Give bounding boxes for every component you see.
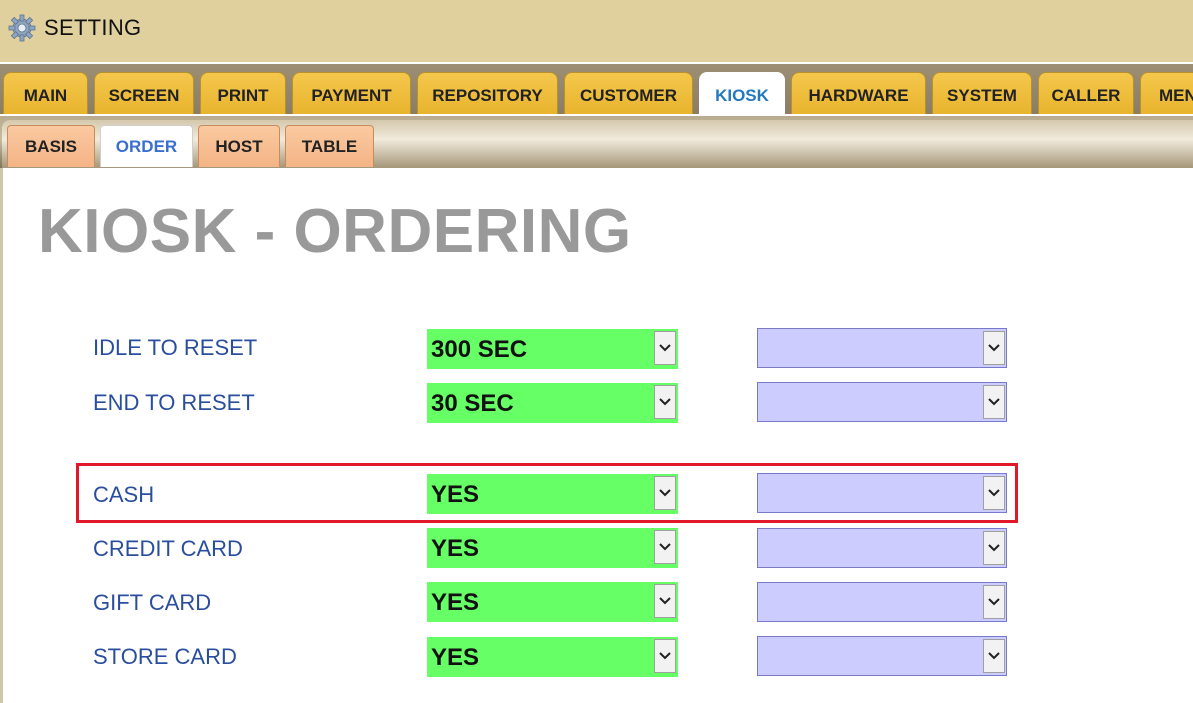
tab-customer[interactable]: CUSTOMER bbox=[564, 72, 693, 114]
tab-label: HOST bbox=[215, 136, 263, 156]
tab-label: ORDER bbox=[115, 136, 178, 156]
tab-repository[interactable]: REPOSITORY bbox=[417, 72, 558, 114]
tab-kiosk[interactable]: KIOSK bbox=[699, 72, 785, 114]
tab-label: KIOSK bbox=[715, 85, 769, 105]
window-title: SETTING bbox=[44, 15, 142, 40]
main-tab-clip: MAIN SCREEN PRINT PAYMENT REPOSITORY CUS… bbox=[0, 64, 1193, 116]
tab-screen[interactable]: SCREEN bbox=[94, 72, 194, 114]
setting-label-credit-card: CREDIT CARD bbox=[93, 536, 243, 561]
page-title: KIOSK - ORDERING bbox=[38, 197, 632, 266]
sub-tabs: BASIS ORDER HOST TABLE bbox=[7, 125, 379, 167]
select-value: YES bbox=[431, 589, 480, 616]
tab-label: MEN bbox=[1159, 85, 1193, 105]
tab-label: MAIN bbox=[23, 85, 68, 105]
select-value: YES bbox=[431, 535, 480, 562]
chevron-down-icon[interactable] bbox=[654, 639, 676, 673]
tab-label: TABLE bbox=[301, 136, 358, 156]
title-bar: SETTING bbox=[0, 0, 1193, 62]
tab-basis[interactable]: BASIS bbox=[7, 125, 95, 167]
tab-label: REPOSITORY bbox=[432, 85, 543, 105]
tab-order[interactable]: ORDER bbox=[100, 125, 193, 167]
chevron-down-icon[interactable] bbox=[983, 639, 1005, 673]
chevron-down-icon[interactable] bbox=[654, 584, 676, 618]
tab-label: CUSTOMER bbox=[580, 85, 677, 105]
tab-hardware[interactable]: HARDWARE bbox=[791, 72, 926, 114]
select-value: 30 SEC bbox=[431, 390, 514, 417]
tab-label: HARDWARE bbox=[808, 85, 909, 105]
end-to-reset-select[interactable]: 30 SEC bbox=[427, 383, 678, 423]
tab-print[interactable]: PRINT bbox=[200, 72, 286, 114]
tab-table[interactable]: TABLE bbox=[285, 125, 374, 167]
select-value: 300 SEC bbox=[431, 336, 528, 363]
credit-card-secondary-select[interactable] bbox=[757, 528, 1007, 568]
setting-label-gift-card: GIFT CARD bbox=[93, 590, 212, 615]
credit-card-select[interactable]: YES bbox=[427, 528, 678, 568]
tab-main[interactable]: MAIN bbox=[3, 72, 88, 114]
tab-label: PRINT bbox=[217, 85, 269, 105]
gift-card-select[interactable]: YES bbox=[427, 582, 678, 622]
idle-to-reset-select[interactable]: 300 SEC bbox=[427, 329, 678, 369]
setting-label-end-to-reset: END TO RESET bbox=[93, 390, 255, 415]
tab-system[interactable]: SYSTEM bbox=[932, 72, 1032, 114]
tab-label: CALLER bbox=[1051, 85, 1121, 105]
chevron-down-icon[interactable] bbox=[983, 331, 1005, 365]
store-card-select[interactable]: YES bbox=[427, 637, 678, 677]
setting-label-idle-to-reset: IDLE TO RESET bbox=[93, 335, 258, 360]
chevron-down-icon[interactable] bbox=[983, 385, 1005, 419]
chevron-down-icon[interactable] bbox=[654, 385, 676, 419]
cash-row-highlight bbox=[76, 463, 1018, 523]
select-value: YES bbox=[431, 644, 480, 671]
tab-label: PAYMENT bbox=[311, 85, 392, 105]
chevron-down-icon[interactable] bbox=[654, 530, 676, 564]
gift-card-secondary-select[interactable] bbox=[757, 582, 1007, 622]
chevron-down-icon[interactable] bbox=[983, 585, 1005, 619]
tab-label: SCREEN bbox=[108, 85, 180, 105]
tab-label: SYSTEM bbox=[947, 85, 1017, 105]
setting-label-store-card: STORE CARD bbox=[93, 644, 237, 669]
chevron-down-icon[interactable] bbox=[654, 331, 676, 365]
tab-payment[interactable]: PAYMENT bbox=[292, 72, 411, 114]
tab-label: BASIS bbox=[25, 136, 77, 156]
chevron-down-icon[interactable] bbox=[983, 531, 1005, 565]
store-card-secondary-select[interactable] bbox=[757, 636, 1007, 676]
idle-to-reset-secondary-select[interactable] bbox=[757, 328, 1007, 368]
end-to-reset-secondary-select[interactable] bbox=[757, 382, 1007, 422]
gear-icon bbox=[8, 14, 36, 42]
tab-menu[interactable]: MEN bbox=[1140, 72, 1193, 114]
content-left-border bbox=[0, 168, 3, 703]
tab-caller[interactable]: CALLER bbox=[1038, 72, 1134, 114]
tab-host[interactable]: HOST bbox=[198, 125, 280, 167]
main-tabs: MAIN SCREEN PRINT PAYMENT REPOSITORY CUS… bbox=[3, 72, 1193, 114]
